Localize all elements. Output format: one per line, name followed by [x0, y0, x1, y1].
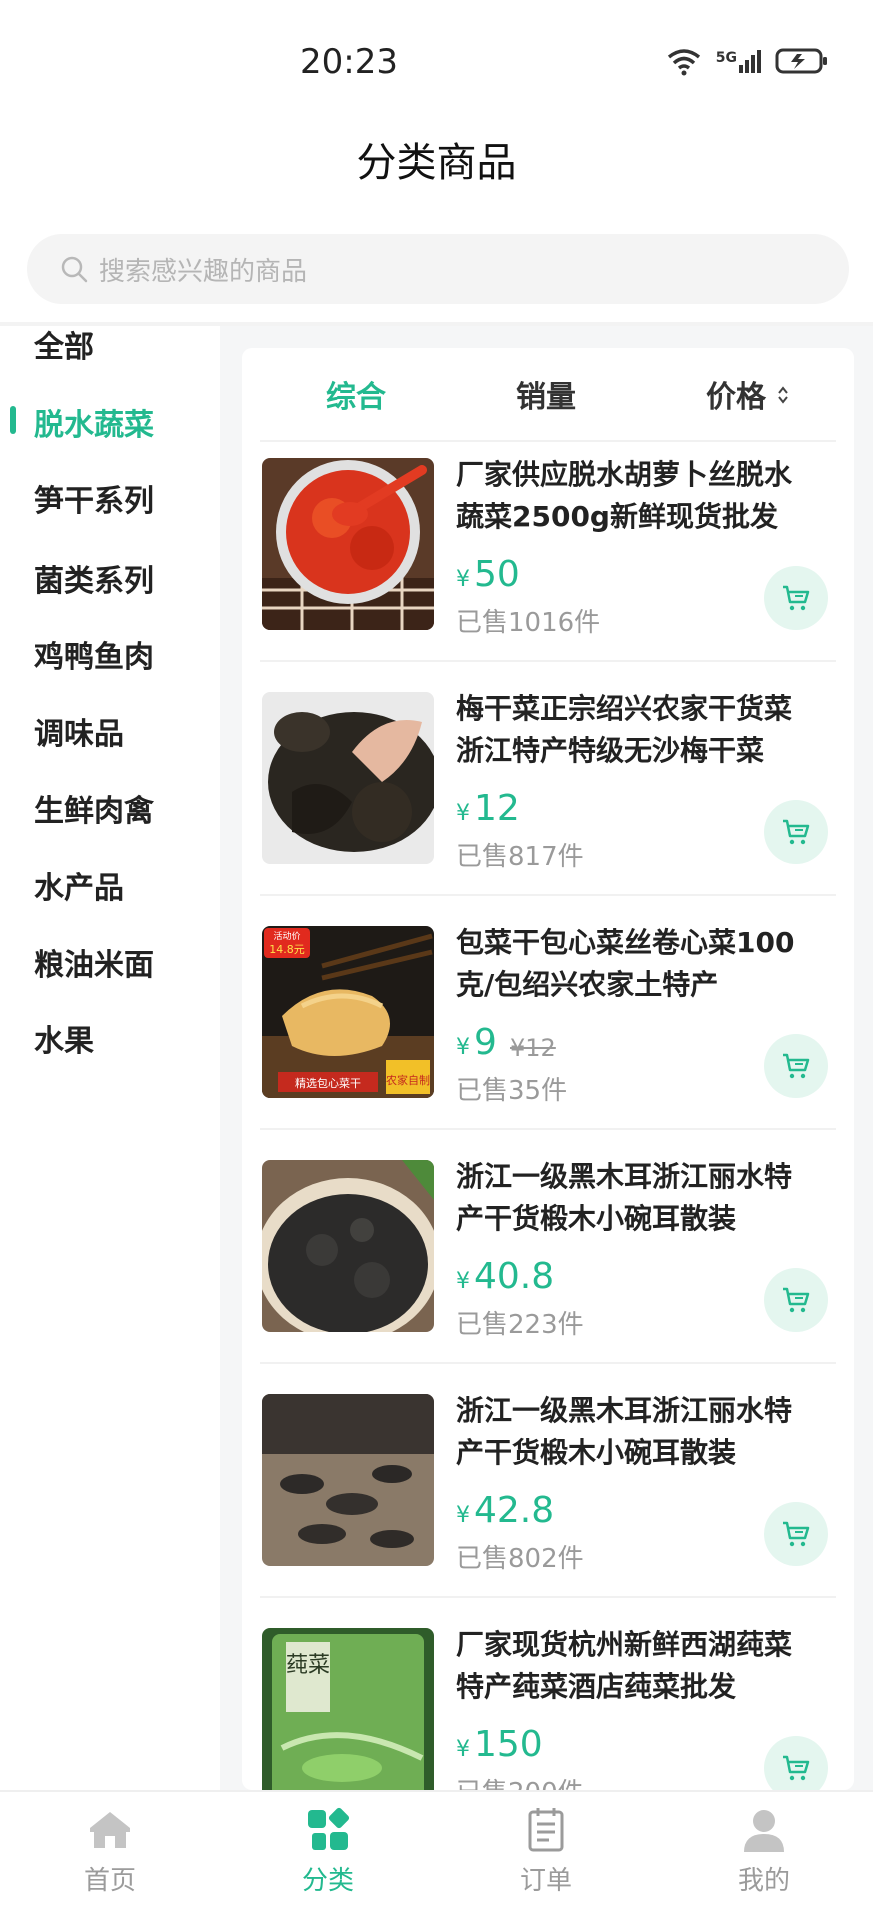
- nav-category[interactable]: 分类: [268, 1806, 388, 1897]
- product-item[interactable]: 活动价 14.8元 精选包心菜干 农家自制 包菜干包心菜丝卷心菜100克/包绍兴…: [242, 910, 854, 1144]
- product-item[interactable]: 浙江一级黑木耳浙江丽水特产干货椴木小碗耳散装 ¥42.8 已售802件: [242, 1378, 854, 1612]
- product-price: ¥50: [456, 554, 520, 595]
- item-divider: [260, 660, 836, 662]
- sidebar-item-seasonings[interactable]: 调味品: [34, 709, 124, 753]
- sort-arrows-icon: [778, 386, 788, 404]
- tab-sales[interactable]: 销量: [516, 372, 576, 416]
- product-name: 浙江一级黑木耳浙江丽水特产干货椴木小碗耳散装: [456, 1394, 793, 1469]
- active-category-indicator: [10, 406, 16, 434]
- product-name: 厂家现货杭州新鲜西湖莼菜特产莼菜酒店莼菜批发: [456, 1628, 793, 1703]
- sidebar-item-poultry-fish-meat[interactable]: 鸡鸭鱼肉: [34, 632, 154, 676]
- cart-icon: [783, 1287, 810, 1313]
- status-icons: 5G: [666, 46, 829, 76]
- product-sold-count: 已售200件: [456, 1772, 584, 1790]
- product-sold-count: 已售1016件: [456, 608, 601, 638]
- nav-profile-label: 我的: [737, 1866, 790, 1896]
- product-price: ¥40.8: [456, 1256, 555, 1297]
- status-bar: 20:23 5G: [0, 0, 873, 110]
- tab-comprehensive[interactable]: 综合: [326, 372, 386, 416]
- product-image[interactable]: [262, 458, 434, 630]
- cart-icon: [783, 1053, 810, 1079]
- cart-icon: [783, 585, 810, 611]
- home-icon: [90, 1812, 130, 1848]
- category-sidebar: 全部 脱水蔬菜 笋干系列 菌类系列 鸡鸭鱼肉 调味品 生鲜肉禽 水产品 粮油米面…: [0, 326, 220, 1790]
- tab-price[interactable]: 价格: [706, 372, 766, 416]
- product-image[interactable]: [262, 692, 434, 864]
- product-name: 浙江一级黑木耳浙江丽水特产干货椴木小碗耳散装: [456, 1160, 793, 1235]
- wifi-icon: [667, 49, 700, 76]
- image-tag: 农家自制: [386, 1073, 430, 1087]
- nav-home[interactable]: 首页: [50, 1806, 170, 1897]
- product-item[interactable]: 梅干菜正宗绍兴农家干货菜浙江特产特级无沙梅干菜 ¥12 已售817件: [242, 676, 854, 910]
- battery-icon: [775, 48, 827, 74]
- status-time: 20:23: [300, 42, 398, 82]
- sidebar-item-grain-oil[interactable]: 粮油米面: [34, 940, 154, 984]
- product-price: ¥12: [456, 788, 520, 829]
- promo-badge-title: 活动价: [273, 930, 300, 942]
- product-image[interactable]: 莼菜: [262, 1628, 434, 1790]
- image-caption: 精选包心菜干: [295, 1077, 361, 1090]
- promo-badge-price: 14.8元: [269, 943, 305, 956]
- nav-category-label: 分类: [301, 1866, 354, 1896]
- profile-icon: [744, 1810, 784, 1852]
- product-item[interactable]: 浙江一级黑木耳浙江丽水特产干货椴木小碗耳散装 ¥40.8 已售223件: [242, 1144, 854, 1378]
- add-to-cart-button[interactable]: [764, 1034, 828, 1098]
- signal-icon: 5G: [715, 49, 761, 73]
- product-item[interactable]: 厂家供应脱水胡萝卜丝脱水蔬菜2500g新鲜现货批发 ¥50 已售1016件: [242, 442, 854, 676]
- product-sold-count: 已售817件: [456, 842, 584, 872]
- product-name: 梅干菜正宗绍兴农家干货菜浙江特产特级无沙梅干菜: [456, 692, 793, 767]
- sidebar-item-aquatic[interactable]: 水产品: [34, 863, 124, 907]
- page-title: 分类商品: [356, 140, 517, 186]
- product-image[interactable]: [262, 1160, 434, 1332]
- product-name: 包菜干包心菜丝卷心菜100克/包绍兴农家土特产: [456, 926, 795, 1001]
- sort-tabs: 综合 销量 价格: [242, 348, 854, 438]
- add-to-cart-button[interactable]: [764, 1736, 828, 1790]
- sidebar-item-dehydrated-vegetables[interactable]: 脱水蔬菜: [34, 400, 154, 444]
- search-icon: [61, 256, 88, 283]
- network-type: 5G: [715, 49, 737, 66]
- sidebar-item-bamboo-shoots[interactable]: 笋干系列: [34, 476, 154, 520]
- product-sold-count: 已售802件: [456, 1544, 584, 1574]
- item-divider: [260, 1128, 836, 1130]
- sidebar-item-fresh-meat[interactable]: 生鲜肉禽: [34, 786, 154, 830]
- product-price: ¥150: [456, 1724, 543, 1765]
- product-price: ¥42.8: [456, 1490, 555, 1531]
- sidebar-item-mushrooms[interactable]: 菌类系列: [34, 556, 154, 600]
- product-name: 厂家供应脱水胡萝卜丝脱水蔬菜2500g新鲜现货批发: [456, 458, 793, 533]
- item-divider: [260, 894, 836, 896]
- add-to-cart-button[interactable]: [764, 566, 828, 630]
- product-sold-count: 已售35件: [456, 1076, 568, 1106]
- nav-orders[interactable]: 订单: [486, 1806, 606, 1897]
- add-to-cart-button[interactable]: [764, 1268, 828, 1332]
- cart-icon: [783, 1755, 810, 1781]
- item-divider: [260, 1362, 836, 1364]
- sidebar-item-fruit[interactable]: 水果: [34, 1016, 94, 1060]
- cart-icon: [783, 1521, 810, 1547]
- product-item[interactable]: 莼菜 厂家现货杭州新鲜西湖莼菜特产莼菜酒店莼菜批发 ¥150 已售200件: [242, 1612, 854, 1790]
- category-icon: [308, 1807, 350, 1850]
- product-panel: 综合 销量 价格 厂家供应脱水胡萝卜丝脱水蔬菜2500g新鲜现货批发 ¥ 50 …: [242, 348, 854, 1790]
- nav-profile[interactable]: 我的: [704, 1806, 824, 1897]
- item-divider: [260, 1596, 836, 1598]
- product-original-price: ¥12: [510, 1034, 556, 1062]
- nav-orders-label: 订单: [519, 1866, 572, 1896]
- order-icon: [528, 1808, 564, 1852]
- cart-icon: [783, 819, 810, 845]
- product-sold-count: 已售223件: [456, 1310, 584, 1340]
- search-placeholder: 搜索感兴趣的商品: [99, 256, 308, 287]
- add-to-cart-button[interactable]: [764, 800, 828, 864]
- product-image[interactable]: 活动价 14.8元 精选包心菜干 农家自制: [262, 926, 434, 1098]
- package-label: 莼菜: [286, 1653, 330, 1678]
- add-to-cart-button[interactable]: [764, 1502, 828, 1566]
- bottom-navigation: 首页 分类 订单 我的: [0, 1790, 873, 1922]
- product-price: ¥9: [456, 1022, 497, 1063]
- sidebar-item-all[interactable]: 全部: [34, 322, 94, 366]
- nav-home-label: 首页: [83, 1866, 136, 1896]
- search-bar[interactable]: 搜索感兴趣的商品: [27, 234, 849, 304]
- product-image[interactable]: [262, 1394, 434, 1566]
